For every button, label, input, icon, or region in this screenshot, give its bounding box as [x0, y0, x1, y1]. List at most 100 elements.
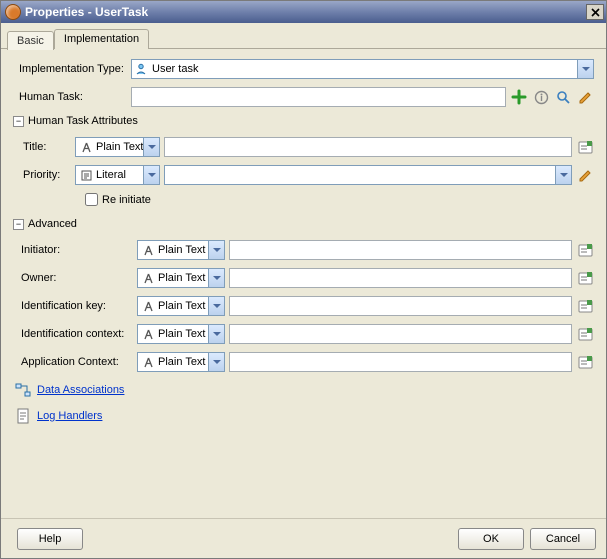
reinitiate-checkbox[interactable] — [85, 193, 98, 206]
titlebar: Properties - UserTask — [1, 1, 606, 23]
section-human-task-attributes: − Human Task Attributes — [13, 115, 594, 127]
collapse-toggle-adv[interactable]: − — [13, 219, 24, 230]
literal-icon — [79, 168, 93, 182]
ident-context-input[interactable] — [229, 324, 572, 344]
label-ident-key: Identification key: — [13, 300, 133, 312]
user-task-icon — [135, 62, 149, 76]
data-associations-link[interactable]: Data Associations — [37, 384, 124, 396]
initiator-type-select[interactable]: Plain Text — [137, 240, 225, 260]
chevron-down-icon — [208, 353, 224, 371]
label-implementation-type: Implementation Type: — [13, 63, 127, 75]
data-assoc-icon — [15, 382, 31, 398]
row-ident-context: Identification context: Plain Text — [13, 324, 594, 344]
plus-icon — [511, 89, 527, 105]
row-priority: Priority: Literal — [13, 165, 594, 185]
pencil-icon — [578, 168, 593, 183]
priority-type-select[interactable]: Literal — [75, 165, 160, 185]
expression-button[interactable] — [576, 241, 594, 259]
expression-button[interactable] — [576, 297, 594, 315]
search-icon — [556, 90, 571, 105]
chevron-down-icon — [143, 166, 159, 184]
expression-icon — [578, 327, 593, 342]
text-icon — [141, 299, 155, 313]
owner-input[interactable] — [229, 268, 572, 288]
expression-button[interactable] — [576, 269, 594, 287]
expression-icon — [578, 271, 593, 286]
close-icon — [591, 8, 600, 17]
log-handlers-link[interactable]: Log Handlers — [37, 410, 102, 422]
add-button[interactable] — [510, 88, 528, 106]
expression-icon — [578, 355, 593, 370]
dialog-footer: Help OK Cancel — [1, 518, 606, 558]
help-button[interactable]: Help — [17, 528, 83, 550]
tab-basic[interactable]: Basic — [7, 31, 54, 50]
ok-button[interactable]: OK — [458, 528, 524, 550]
expression-button[interactable] — [576, 325, 594, 343]
edit-button[interactable] — [576, 88, 594, 106]
human-task-input[interactable] — [131, 87, 506, 107]
ident-context-type-value: Plain Text — [158, 328, 208, 340]
priority-type-value: Literal — [96, 169, 143, 181]
chevron-down-icon — [208, 297, 224, 315]
info-icon — [534, 90, 549, 105]
chevron-down-icon — [555, 166, 571, 184]
initiator-input[interactable] — [229, 240, 572, 260]
ident-key-type-select[interactable]: Plain Text — [137, 296, 225, 316]
text-icon — [141, 327, 155, 341]
row-data-associations: Data Associations — [15, 382, 594, 398]
search-button[interactable] — [554, 88, 572, 106]
expression-button[interactable] — [576, 138, 594, 156]
properties-dialog: Properties - UserTask Basic Implementati… — [0, 0, 607, 559]
title-input[interactable] — [164, 137, 572, 157]
close-button[interactable] — [586, 4, 604, 20]
ident-key-type-value: Plain Text — [158, 300, 208, 312]
priority-select[interactable] — [164, 165, 572, 185]
chevron-down-icon — [208, 269, 224, 287]
label-title: Title: — [23, 141, 71, 153]
text-icon — [141, 243, 155, 257]
owner-type-select[interactable]: Plain Text — [137, 268, 225, 288]
chevron-down-icon — [577, 60, 593, 78]
label-owner: Owner: — [13, 272, 133, 284]
pencil-icon — [578, 90, 593, 105]
implementation-type-value: User task — [152, 63, 577, 75]
ident-key-input[interactable] — [229, 296, 572, 316]
log-handlers-icon — [15, 408, 31, 424]
section-title-attrs: Human Task Attributes — [28, 115, 138, 127]
expression-button[interactable] — [576, 353, 594, 371]
cancel-button[interactable]: Cancel — [530, 528, 596, 550]
app-context-type-select[interactable]: Plain Text — [137, 352, 225, 372]
label-reinitiate: Re initiate — [102, 194, 151, 206]
label-priority: Priority: — [23, 169, 71, 181]
row-human-task: Human Task: — [13, 87, 594, 107]
text-icon — [141, 271, 155, 285]
owner-type-value: Plain Text — [158, 272, 208, 284]
row-log-handlers: Log Handlers — [15, 408, 594, 424]
collapse-toggle-attrs[interactable]: − — [13, 116, 24, 127]
title-type-select[interactable]: Plain Text — [75, 137, 160, 157]
expression-icon — [578, 243, 593, 258]
label-human-task: Human Task: — [13, 91, 127, 103]
row-implementation-type: Implementation Type: User task — [13, 59, 594, 79]
tabs: Basic Implementation — [1, 23, 606, 49]
section-advanced: − Advanced — [13, 218, 594, 230]
info-button[interactable] — [532, 88, 550, 106]
section-title-adv: Advanced — [28, 218, 77, 230]
label-initiator: Initiator: — [13, 244, 133, 256]
row-owner: Owner: Plain Text — [13, 268, 594, 288]
ident-context-type-select[interactable]: Plain Text — [137, 324, 225, 344]
window-title: Properties - UserTask — [25, 5, 586, 19]
text-icon — [79, 140, 93, 154]
expression-icon — [578, 140, 593, 155]
row-title: Title: Plain Text — [13, 137, 594, 157]
edit-priority-button[interactable] — [576, 166, 594, 184]
tab-implementation[interactable]: Implementation — [54, 29, 149, 49]
chevron-down-icon — [208, 325, 224, 343]
row-reinitiate: Re initiate — [85, 193, 594, 206]
title-type-value: Plain Text — [96, 141, 143, 153]
implementation-type-select[interactable]: User task — [131, 59, 594, 79]
app-context-input[interactable] — [229, 352, 572, 372]
row-app-context: Application Context: Plain Text — [13, 352, 594, 372]
app-icon — [5, 4, 21, 20]
row-initiator: Initiator: Plain Text — [13, 240, 594, 260]
